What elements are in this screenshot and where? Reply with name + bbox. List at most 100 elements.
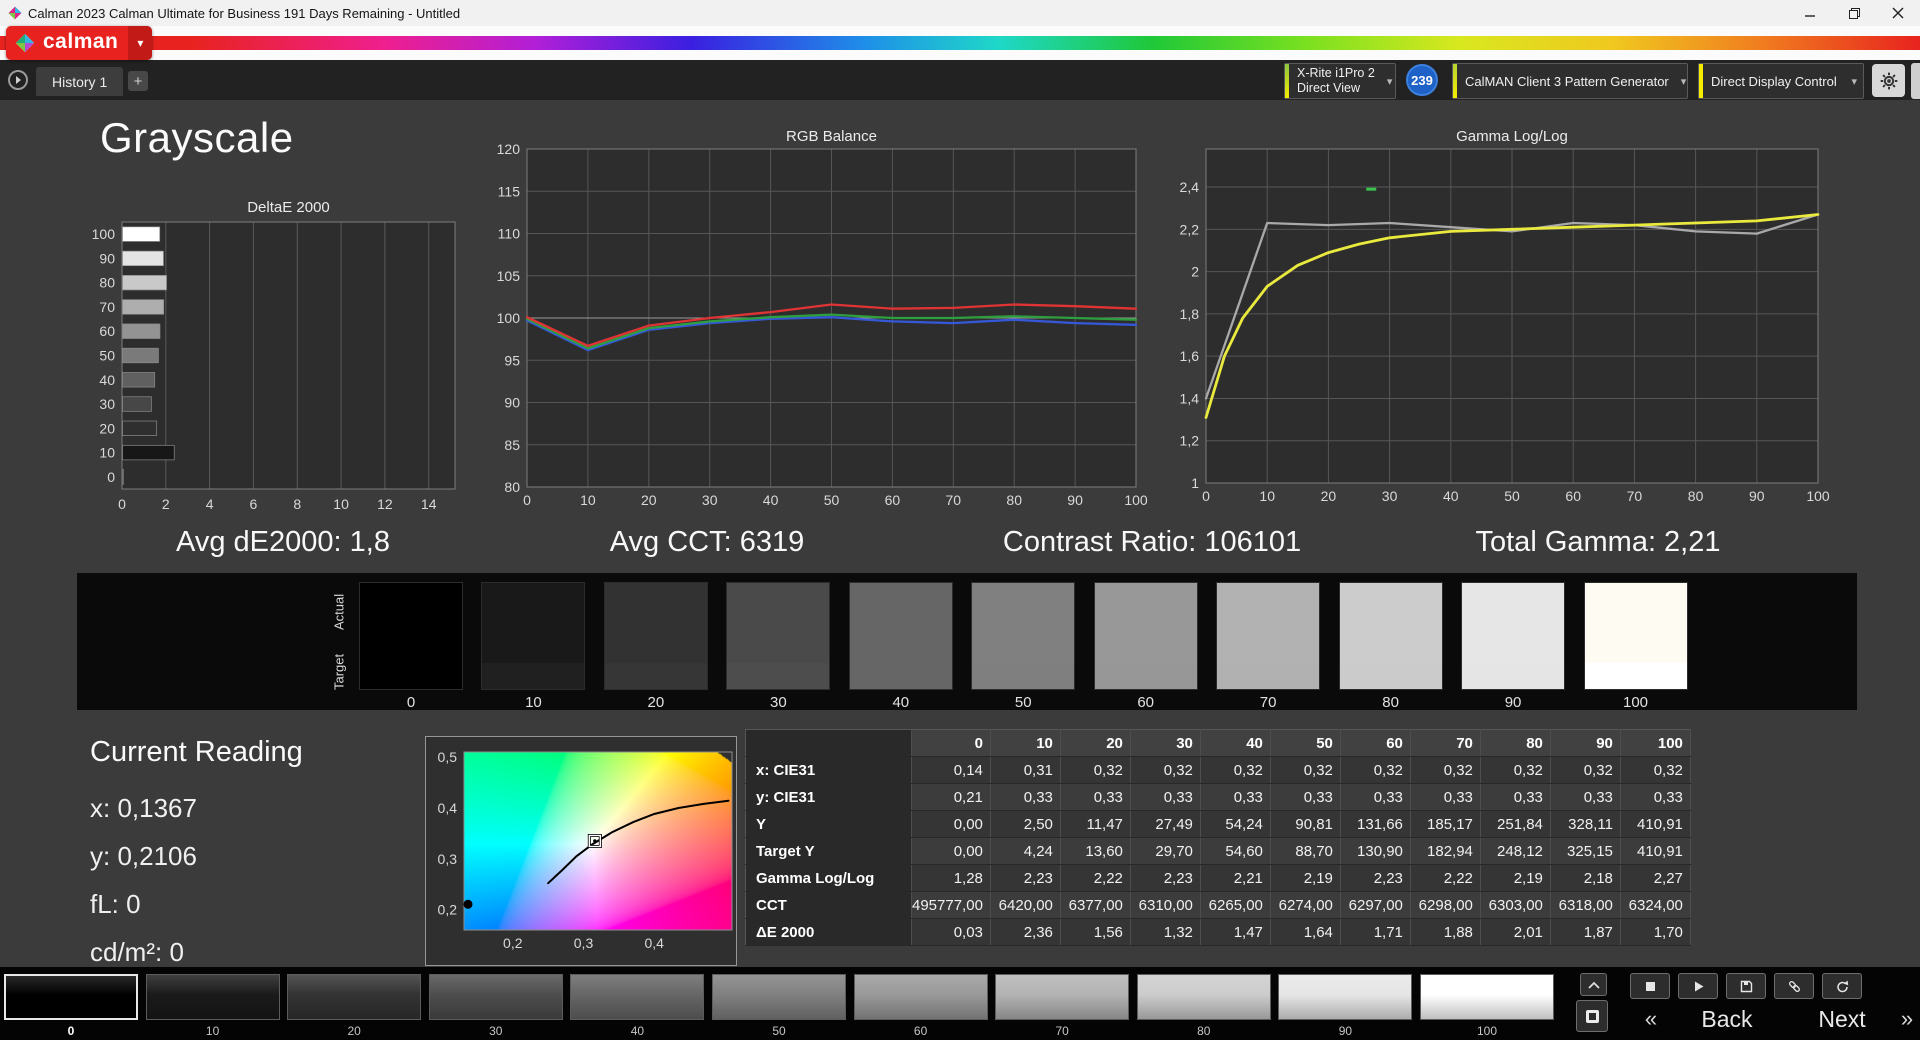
svg-text:8: 8 xyxy=(293,496,301,512)
play-button[interactable] xyxy=(1678,973,1718,999)
avg-de2000-stat: Avg dE2000: 1,8 xyxy=(176,526,390,559)
pattern-level-label: 90 xyxy=(1278,1024,1412,1038)
table-cell: 11,47 xyxy=(1060,811,1130,838)
pattern-level-button-100[interactable] xyxy=(1420,974,1554,1020)
minimize-button[interactable] xyxy=(1788,0,1832,26)
meter-dropdown[interactable]: X-Rite i1Pro 2 Direct View ▾ xyxy=(1284,63,1396,99)
svg-text:0,4: 0,4 xyxy=(438,800,458,816)
pattern-level-button-0[interactable] xyxy=(4,974,138,1020)
svg-text:70: 70 xyxy=(1627,488,1643,504)
table-cell: 1,70 xyxy=(1620,919,1690,946)
refresh-button[interactable] xyxy=(1822,973,1862,999)
table-cell: 2,19 xyxy=(1270,865,1340,892)
display-control-dropdown[interactable]: Direct Display Control ▾ xyxy=(1698,63,1864,99)
table-cell: 0,00 xyxy=(912,811,991,838)
table-cell: 325,15 xyxy=(1550,838,1620,865)
stop-icon xyxy=(1643,979,1658,994)
settings-gear-button[interactable] xyxy=(1872,64,1905,97)
next-button[interactable]: Next xyxy=(1792,1006,1892,1033)
table-cell: 251,84 xyxy=(1480,811,1550,838)
table-cell: 29,70 xyxy=(1130,838,1200,865)
column-header: 80 xyxy=(1480,730,1550,757)
reading-fl: fL: 0 xyxy=(90,889,303,920)
svg-text:90: 90 xyxy=(99,250,115,266)
swatch-target xyxy=(1340,663,1442,690)
pattern-level-button-90[interactable] xyxy=(1278,974,1412,1020)
restore-button[interactable] xyxy=(1832,0,1876,26)
back-chevron-button[interactable]: « xyxy=(1634,1004,1668,1034)
pattern-level-button-10[interactable] xyxy=(146,974,280,1020)
swatch-level-label: 90 xyxy=(1452,694,1574,711)
table-cell: 0,32 xyxy=(1480,757,1550,784)
table-cell: 410,91 xyxy=(1620,811,1690,838)
swatch-target xyxy=(1217,663,1319,690)
grayscale-swatch-20 xyxy=(604,582,708,690)
stop-button[interactable] xyxy=(1630,973,1670,999)
play-icon xyxy=(1691,979,1706,994)
next-chevron-button[interactable]: » xyxy=(1892,1004,1920,1034)
link-icon xyxy=(1787,979,1802,994)
current-reading-panel: Current Reading x: 0,1367 y: 0,2106 fL: … xyxy=(90,736,303,985)
pattern-level-button-30[interactable] xyxy=(429,974,563,1020)
grayscale-swatch-90 xyxy=(1461,582,1565,690)
svg-text:0,2: 0,2 xyxy=(438,902,458,918)
swatch-level-label: 30 xyxy=(717,694,839,711)
svg-text:105: 105 xyxy=(497,268,521,284)
swatch-level-label: 100 xyxy=(1575,694,1697,711)
calman-logo[interactable]: calman ▾ xyxy=(6,26,152,60)
save-button[interactable] xyxy=(1726,973,1766,999)
pattern-window-button[interactable] xyxy=(1576,1000,1608,1032)
grayscale-swatch-strip: Actual Target 0102030405060708090100 xyxy=(77,573,1857,710)
tab-history-1[interactable]: History 1 xyxy=(36,67,123,96)
pattern-generator-dropdown[interactable]: CalMAN Client 3 Pattern Generator ▾ xyxy=(1452,63,1688,99)
pattern-level-label: 80 xyxy=(1137,1024,1271,1038)
table-cell: 27,49 xyxy=(1130,811,1200,838)
pattern-level-button-50[interactable] xyxy=(712,974,846,1020)
column-header: 20 xyxy=(1060,730,1130,757)
swatch-level-label: 70 xyxy=(1207,694,1329,711)
brand-row: calman ▾ xyxy=(0,26,1920,60)
close-button[interactable] xyxy=(1876,0,1920,26)
pattern-level-label: 100 xyxy=(1420,1024,1554,1038)
meter-line2: Direct View xyxy=(1297,81,1375,96)
svg-text:6: 6 xyxy=(250,496,258,512)
table-cell: 88,70 xyxy=(1270,838,1340,865)
pattern-level-button-70[interactable] xyxy=(995,974,1129,1020)
grayscale-swatch-100 xyxy=(1584,582,1688,690)
pattern-level-button-80[interactable] xyxy=(1137,974,1271,1020)
table-cell: 0,33 xyxy=(1270,784,1340,811)
link-button[interactable] xyxy=(1774,973,1814,999)
pattern-level-label: 50 xyxy=(712,1024,846,1038)
table-cell: 0,33 xyxy=(1410,784,1480,811)
svg-text:2,4: 2,4 xyxy=(1180,179,1200,195)
column-header: 10 xyxy=(990,730,1060,757)
svg-text:90: 90 xyxy=(1067,492,1083,508)
history-nav-button[interactable] xyxy=(8,70,28,90)
pattern-level-button-40[interactable] xyxy=(570,974,704,1020)
table-cell: 2,18 xyxy=(1550,865,1620,892)
swatch-target xyxy=(850,663,952,690)
svg-text:80: 80 xyxy=(1688,488,1704,504)
titlebar: Calman 2023 Calman Ultimate for Business… xyxy=(0,0,1920,26)
table-cell: 6298,00 xyxy=(1410,892,1480,919)
table-cell: 495777,00 xyxy=(912,892,991,919)
svg-text:60: 60 xyxy=(885,492,901,508)
table-cell: 2,23 xyxy=(1130,865,1200,892)
row-label: Y xyxy=(746,811,912,838)
meter-count-badge[interactable]: 239 xyxy=(1406,64,1438,96)
collapse-panel-button[interactable] xyxy=(1580,973,1607,996)
svg-text:100: 100 xyxy=(1806,488,1830,504)
table-corner xyxy=(746,730,912,757)
pattern-level-button-20[interactable] xyxy=(287,974,421,1020)
add-tab-button[interactable]: + xyxy=(128,71,148,91)
column-header: 70 xyxy=(1410,730,1480,757)
logo-menu-caret-icon[interactable]: ▾ xyxy=(128,26,152,60)
grayscale-swatch-80 xyxy=(1339,582,1443,690)
pattern-level-button-60[interactable] xyxy=(854,974,988,1020)
main-area: Grayscale 024681012141009080706050403020… xyxy=(0,100,1920,967)
display-label: Direct Display Control xyxy=(1703,74,1843,89)
pattern-level-label: 70 xyxy=(995,1024,1129,1038)
collapsed-panel-button[interactable] xyxy=(1911,63,1920,99)
table-cell: 248,12 xyxy=(1480,838,1550,865)
back-button[interactable]: Back xyxy=(1672,1006,1782,1033)
